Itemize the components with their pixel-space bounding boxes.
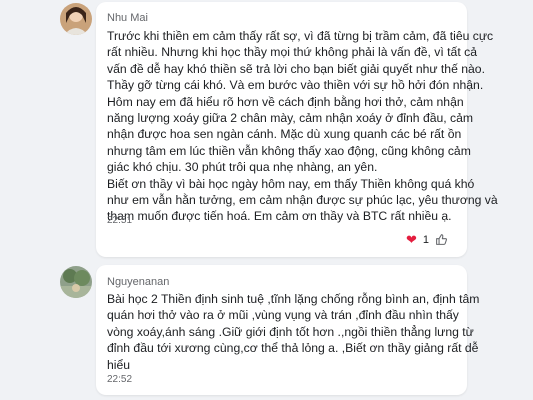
reaction-bar[interactable]: ❤ 1 bbox=[406, 233, 448, 246]
heart-icon[interactable]: ❤ bbox=[406, 233, 417, 246]
reaction-count: 1 bbox=[422, 233, 430, 246]
avatar[interactable] bbox=[60, 3, 92, 35]
avatar[interactable] bbox=[60, 266, 92, 298]
thumbs-up-icon[interactable] bbox=[435, 233, 448, 246]
comment-timestamp: 22:51 bbox=[107, 215, 133, 226]
comment-timestamp: 22:52 bbox=[107, 374, 133, 385]
comment-text: Bài học 2 Thiền định sinh tuệ ,tĩnh lặng… bbox=[107, 292, 480, 372]
comment-text: Trước khi thiền em cảm thấy rất sợ, vì đ… bbox=[107, 29, 498, 224]
comment-author[interactable]: Nguyenanan bbox=[107, 276, 169, 288]
comment-card: Nguyenanan Bài học 2 Thiền định sinh tuệ… bbox=[96, 265, 479, 395]
comment-author[interactable]: Nhu Mai bbox=[107, 12, 148, 24]
comment-card: Nhu Mai Trước khi thiền em cảm thấy rất … bbox=[96, 2, 498, 257]
